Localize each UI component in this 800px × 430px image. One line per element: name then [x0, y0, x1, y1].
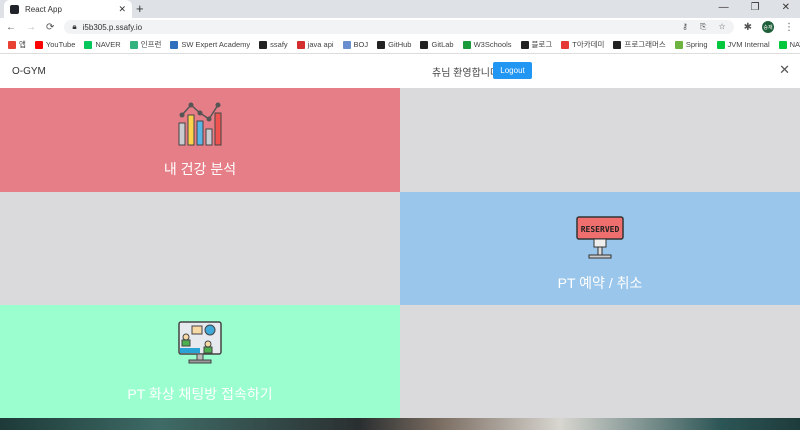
bookmark-label: ssafy [270, 39, 288, 49]
tile-label: PT 예약 / 취소 [557, 274, 643, 291]
bookmark-label: YouTube [45, 39, 76, 49]
url-text: i5b305.p.ssafy.io [82, 22, 143, 32]
reserved-sign-icon: RESERVED [576, 215, 624, 258]
bookmark-label: 인프런 [140, 40, 162, 49]
bookmark-item[interactable]: YouTube [34, 39, 76, 49]
browser-tab-bar: React App ✕ + — ❐ ✕ [0, 0, 800, 18]
bookmark-favicon-icon [129, 41, 138, 50]
bookmark-item[interactable]: W3Schools [462, 39, 512, 49]
star-icon[interactable]: ☆ [718, 22, 725, 32]
address-bar-row: ← → ⟳ 🔒︎ i5b305.p.ssafy.io ⚷ ⎘ ☆ ✱ 승재 ⋮ [0, 18, 800, 36]
tile-empty [400, 305, 800, 418]
bookmark-label: W3Schools [473, 39, 512, 49]
bookmark-favicon-icon [259, 41, 268, 49]
react-favicon-icon [10, 4, 19, 14]
key-icon[interactable]: ⚷ [682, 22, 688, 32]
bookmark-item[interactable]: SW Expert Academy [170, 40, 250, 49]
bar-chart-icon [178, 102, 222, 146]
tab-title: React App [25, 4, 62, 14]
browser-tab[interactable]: React App ✕ [4, 0, 132, 18]
menu-icon[interactable]: ⋮ [784, 22, 794, 33]
maximize-icon[interactable]: ❐ [751, 2, 760, 13]
bookmark-label: GitHub [388, 39, 412, 49]
reload-icon[interactable]: ⟳ [46, 22, 54, 33]
bookmark-item[interactable]: 앱 [8, 39, 26, 50]
bookmark-favicon-icon [170, 41, 179, 49]
bookmark-label: NAVER [95, 39, 121, 49]
bookmark-favicon-icon [561, 41, 570, 50]
bookmark-label: 블로그 [531, 40, 553, 49]
bookmark-item[interactable]: GitLab [420, 39, 454, 49]
bookmark-item[interactable]: JVM Internal [716, 39, 770, 49]
bookmark-label: NAVER D2 [789, 39, 800, 49]
bookmark-label: java api [307, 39, 334, 49]
bookmark-item[interactable]: T아카데미 [561, 39, 604, 50]
bookmark-item[interactable]: NAVER D2 [778, 39, 800, 49]
bookmark-item[interactable]: 블로그 [520, 39, 553, 50]
back-icon[interactable]: ← [6, 22, 16, 33]
tile-pt-video-chat[interactable]: PT 화상 채팅방 접속하기 [0, 305, 400, 418]
bookmark-label: 앱 [19, 40, 26, 49]
new-tab-button[interactable]: + [136, 1, 144, 16]
bookmark-label: GitLab [431, 39, 454, 49]
tile-empty [0, 192, 400, 305]
bookmark-label: Spring [685, 39, 708, 49]
bookmark-favicon-icon [716, 41, 725, 49]
bookmark-label: T아카데미 [572, 40, 605, 49]
bookmark-item[interactable]: java api [296, 39, 334, 49]
extensions-icon[interactable]: ✱ [744, 22, 752, 33]
bookmark-label: JVM Internal [727, 39, 770, 49]
bookmark-favicon-icon [778, 41, 787, 49]
bookmark-favicon-icon [342, 41, 351, 49]
tile-health-analysis[interactable]: 내 건강 분석 [0, 88, 400, 192]
window-close-icon[interactable]: ✕ [782, 2, 790, 13]
bookmark-favicon-icon [613, 41, 622, 50]
forward-icon[interactable]: → [26, 22, 36, 33]
bookmark-label: 프로그래머스 [624, 40, 666, 49]
profile-avatar[interactable]: 승재 [762, 21, 774, 33]
bookmark-favicon-icon [34, 41, 43, 49]
bookmark-item[interactable]: 인프런 [129, 39, 162, 50]
close-icon[interactable]: ✕ [779, 62, 790, 78]
bookmark-favicon-icon [674, 41, 683, 49]
url-input[interactable]: 🔒︎ i5b305.p.ssafy.io ⚷ ⎘ ☆ [64, 20, 734, 34]
app-header: O-GYM 츄님 환영합니다 Logout ✕ [0, 54, 800, 88]
lock-icon: 🔒︎ [72, 22, 77, 31]
reserved-text: RESERVED [581, 225, 620, 234]
brand-logo[interactable]: O-GYM [12, 66, 46, 77]
tile-pt-reservation[interactable]: RESERVED PT 예약 / 취소 [400, 192, 800, 305]
minimize-icon[interactable]: — [719, 2, 729, 13]
logout-button[interactable]: Logout [493, 62, 532, 79]
close-tab-icon[interactable]: ✕ [118, 4, 126, 15]
bookmark-favicon-icon [462, 41, 471, 49]
bookmark-item[interactable]: Spring [674, 39, 708, 49]
bookmark-item[interactable]: NAVER [84, 39, 121, 49]
bookmark-label: BOJ [353, 39, 369, 49]
tile-empty [400, 88, 800, 192]
bookmark-favicon-icon [520, 41, 529, 50]
welcome-text: 츄님 환영합니다 [432, 68, 500, 79]
bookmark-item[interactable]: BOJ [342, 39, 369, 49]
background-photo [0, 418, 800, 430]
video-call-icon [178, 320, 222, 363]
bookmark-favicon-icon [84, 41, 93, 49]
bookmarks-bar: 앱 YouTube NAVER 인프런 SW Expert Academy ssafy ja… [0, 36, 800, 54]
bookmark-item[interactable]: ssafy [259, 40, 288, 49]
bookmark-favicon-icon [8, 41, 16, 50]
translate-icon[interactable]: ⎘ [700, 22, 706, 32]
menu-grid: 내 건강 분석 RESERVED PT 예약 / 취소 PT 화상 채팅방 접속… [0, 88, 800, 418]
bookmark-favicon-icon [420, 41, 429, 49]
bookmark-item[interactable]: 프로그래머스 [613, 39, 666, 50]
tile-label: 내 건강 분석 [163, 161, 237, 177]
tile-label: PT 화상 채팅방 접속하기 [127, 385, 273, 402]
bookmark-favicon-icon [296, 41, 305, 49]
bookmark-label: SW Expert Academy [181, 39, 251, 49]
bookmark-favicon-icon [377, 41, 386, 49]
bookmark-item[interactable]: GitHub [377, 40, 411, 49]
